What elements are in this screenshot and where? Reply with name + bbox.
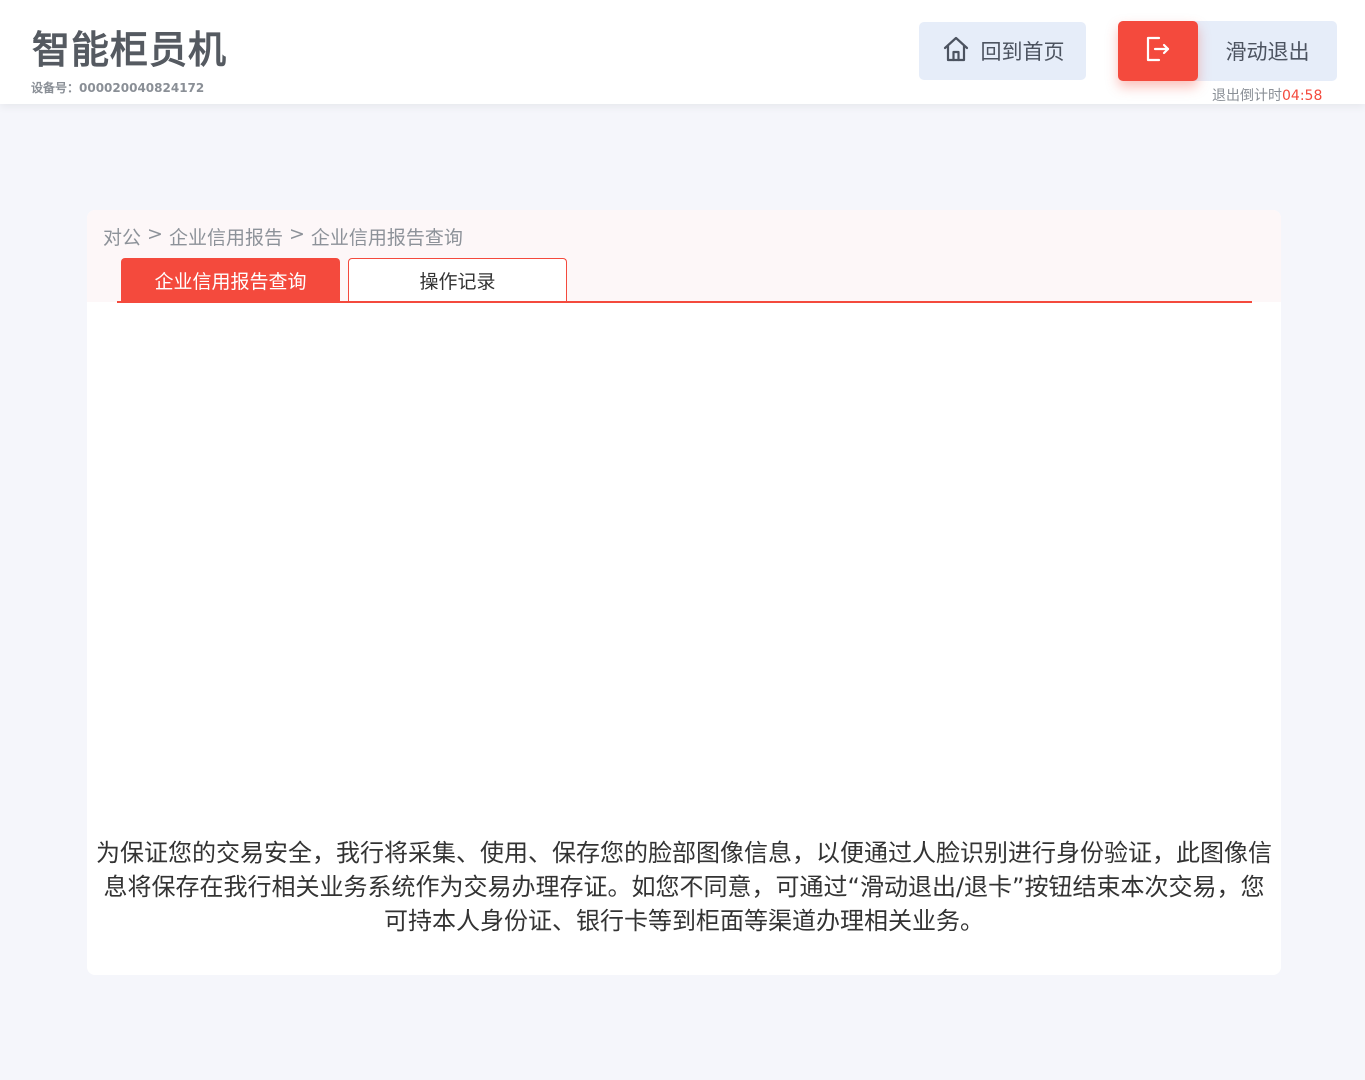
breadcrumb: 对公 > 企业信用报告 > 企业信用报告查询 [103, 223, 463, 250]
tab-credit-report-query[interactable]: 企业信用报告查询 [121, 258, 340, 302]
breadcrumb-item: 企业信用报告查询 [310, 227, 463, 249]
countdown-label: 退出倒计时 [1212, 88, 1282, 104]
exit-slider-handle[interactable] [1118, 21, 1198, 81]
device-number: 设备号：000020040824172 [31, 81, 205, 95]
breadcrumb-item[interactable]: 对公 [103, 223, 141, 250]
exit-icon [1143, 34, 1173, 68]
breadcrumb-separator: > [147, 223, 163, 245]
home-icon [941, 34, 971, 69]
exit-countdown: 退出倒计时04:58 [1212, 85, 1322, 105]
breadcrumb-item[interactable]: 企业信用报告 [169, 223, 283, 250]
countdown-time: 04:58 [1282, 88, 1323, 104]
privacy-notice: 为保证您的交易安全，我行将采集、使用、保存您的脸部图像信息，以便通过人脸识别进行… [96, 839, 1272, 935]
header-bar: 智能柜员机 设备号：000020040824172 回到首页 滑动退出 退出倒计… [0, 0, 1365, 104]
exit-slider[interactable]: 滑动退出 [1118, 21, 1337, 81]
home-button[interactable]: 回到首页 [919, 22, 1086, 80]
card-header: 对公 > 企业信用报告 > 企业信用报告查询 企业信用报告查询 操作记录 [87, 210, 1281, 302]
home-button-label: 回到首页 [980, 40, 1065, 64]
tab-underline [117, 301, 1252, 303]
app-title: 智能柜员机 [32, 28, 228, 72]
content-card: 对公 > 企业信用报告 > 企业信用报告查询 企业信用报告查询 操作记录 为保证… [87, 210, 1281, 975]
breadcrumb-separator: > [288, 223, 305, 245]
tab-operation-records[interactable]: 操作记录 [348, 258, 567, 302]
exit-slider-label: 滑动退出 [1225, 40, 1310, 64]
